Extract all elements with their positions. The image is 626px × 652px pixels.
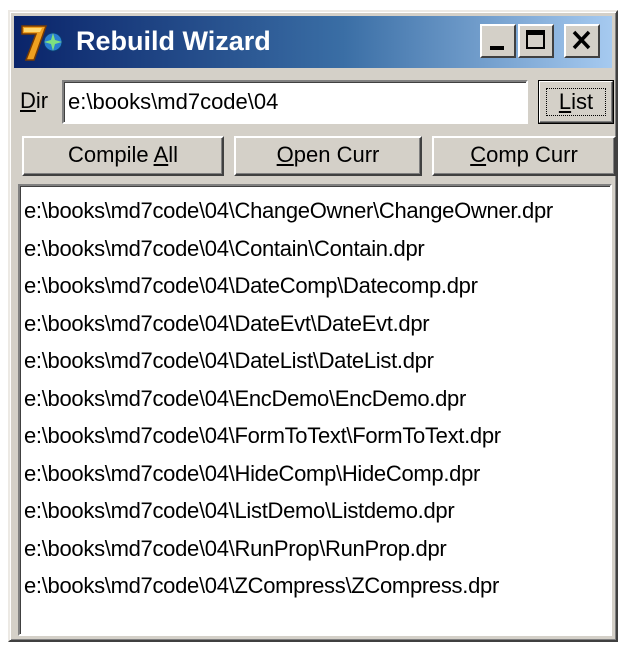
minimize-button[interactable]	[480, 24, 516, 58]
dir-input[interactable]: e:\books\md7code\04	[62, 80, 528, 124]
comp-curr-button[interactable]: Comp Curr	[432, 136, 616, 176]
list-item[interactable]: e:\books\md7code\04\DateComp\Datecomp.dp…	[24, 267, 610, 305]
close-button[interactable]	[564, 24, 600, 58]
list-button-label: List	[546, 88, 606, 116]
list-button[interactable]: List	[538, 80, 614, 124]
project-file-list[interactable]: e:\books\md7code\04\ChangeOwner\ChangeOw…	[18, 184, 612, 636]
list-item[interactable]: e:\books\md7code\04\EncDemo\EncDemo.dpr	[24, 380, 610, 418]
dir-label: Dir	[20, 88, 49, 113]
minimize-icon	[490, 46, 504, 50]
list-item[interactable]: e:\books\md7code\04\ChangeOwner\ChangeOw…	[24, 192, 610, 230]
compile-all-button[interactable]: Compile All	[22, 136, 224, 176]
delphi-7-icon[interactable]	[20, 22, 64, 62]
action-buttons-row: Compile All Open Curr Comp Curr	[14, 132, 616, 176]
window-title: Rebuild Wizard	[76, 26, 271, 56]
rebuild-wizard-window: Rebuild Wizard Dir e:\books\md7code\04 L…	[8, 10, 618, 642]
title-bar[interactable]: Rebuild Wizard	[14, 16, 612, 68]
list-item[interactable]: e:\books\md7code\04\RunProp\RunProp.dpr	[24, 530, 610, 568]
directory-row: Dir e:\books\md7code\04 List	[14, 74, 614, 130]
list-item[interactable]: e:\books\md7code\04\ListDemo\Listdemo.dp…	[24, 492, 610, 530]
list-item[interactable]: e:\books\md7code\04\ZCompress\ZCompress.…	[24, 567, 610, 605]
open-curr-button[interactable]: Open Curr	[234, 136, 422, 176]
maximize-icon	[526, 30, 545, 49]
close-icon	[572, 30, 591, 50]
list-item[interactable]: e:\books\md7code\04\HideComp\HideComp.dp…	[24, 455, 610, 493]
list-item[interactable]: e:\books\md7code\04\DateList\DateList.dp…	[24, 342, 610, 380]
list-item[interactable]: e:\books\md7code\04\FormToText\FormToTex…	[24, 417, 610, 455]
list-item[interactable]: e:\books\md7code\04\DateEvt\DateEvt.dpr	[24, 305, 610, 343]
maximize-button[interactable]	[518, 24, 554, 58]
list-item[interactable]: e:\books\md7code\04\Contain\Contain.dpr	[24, 230, 610, 268]
